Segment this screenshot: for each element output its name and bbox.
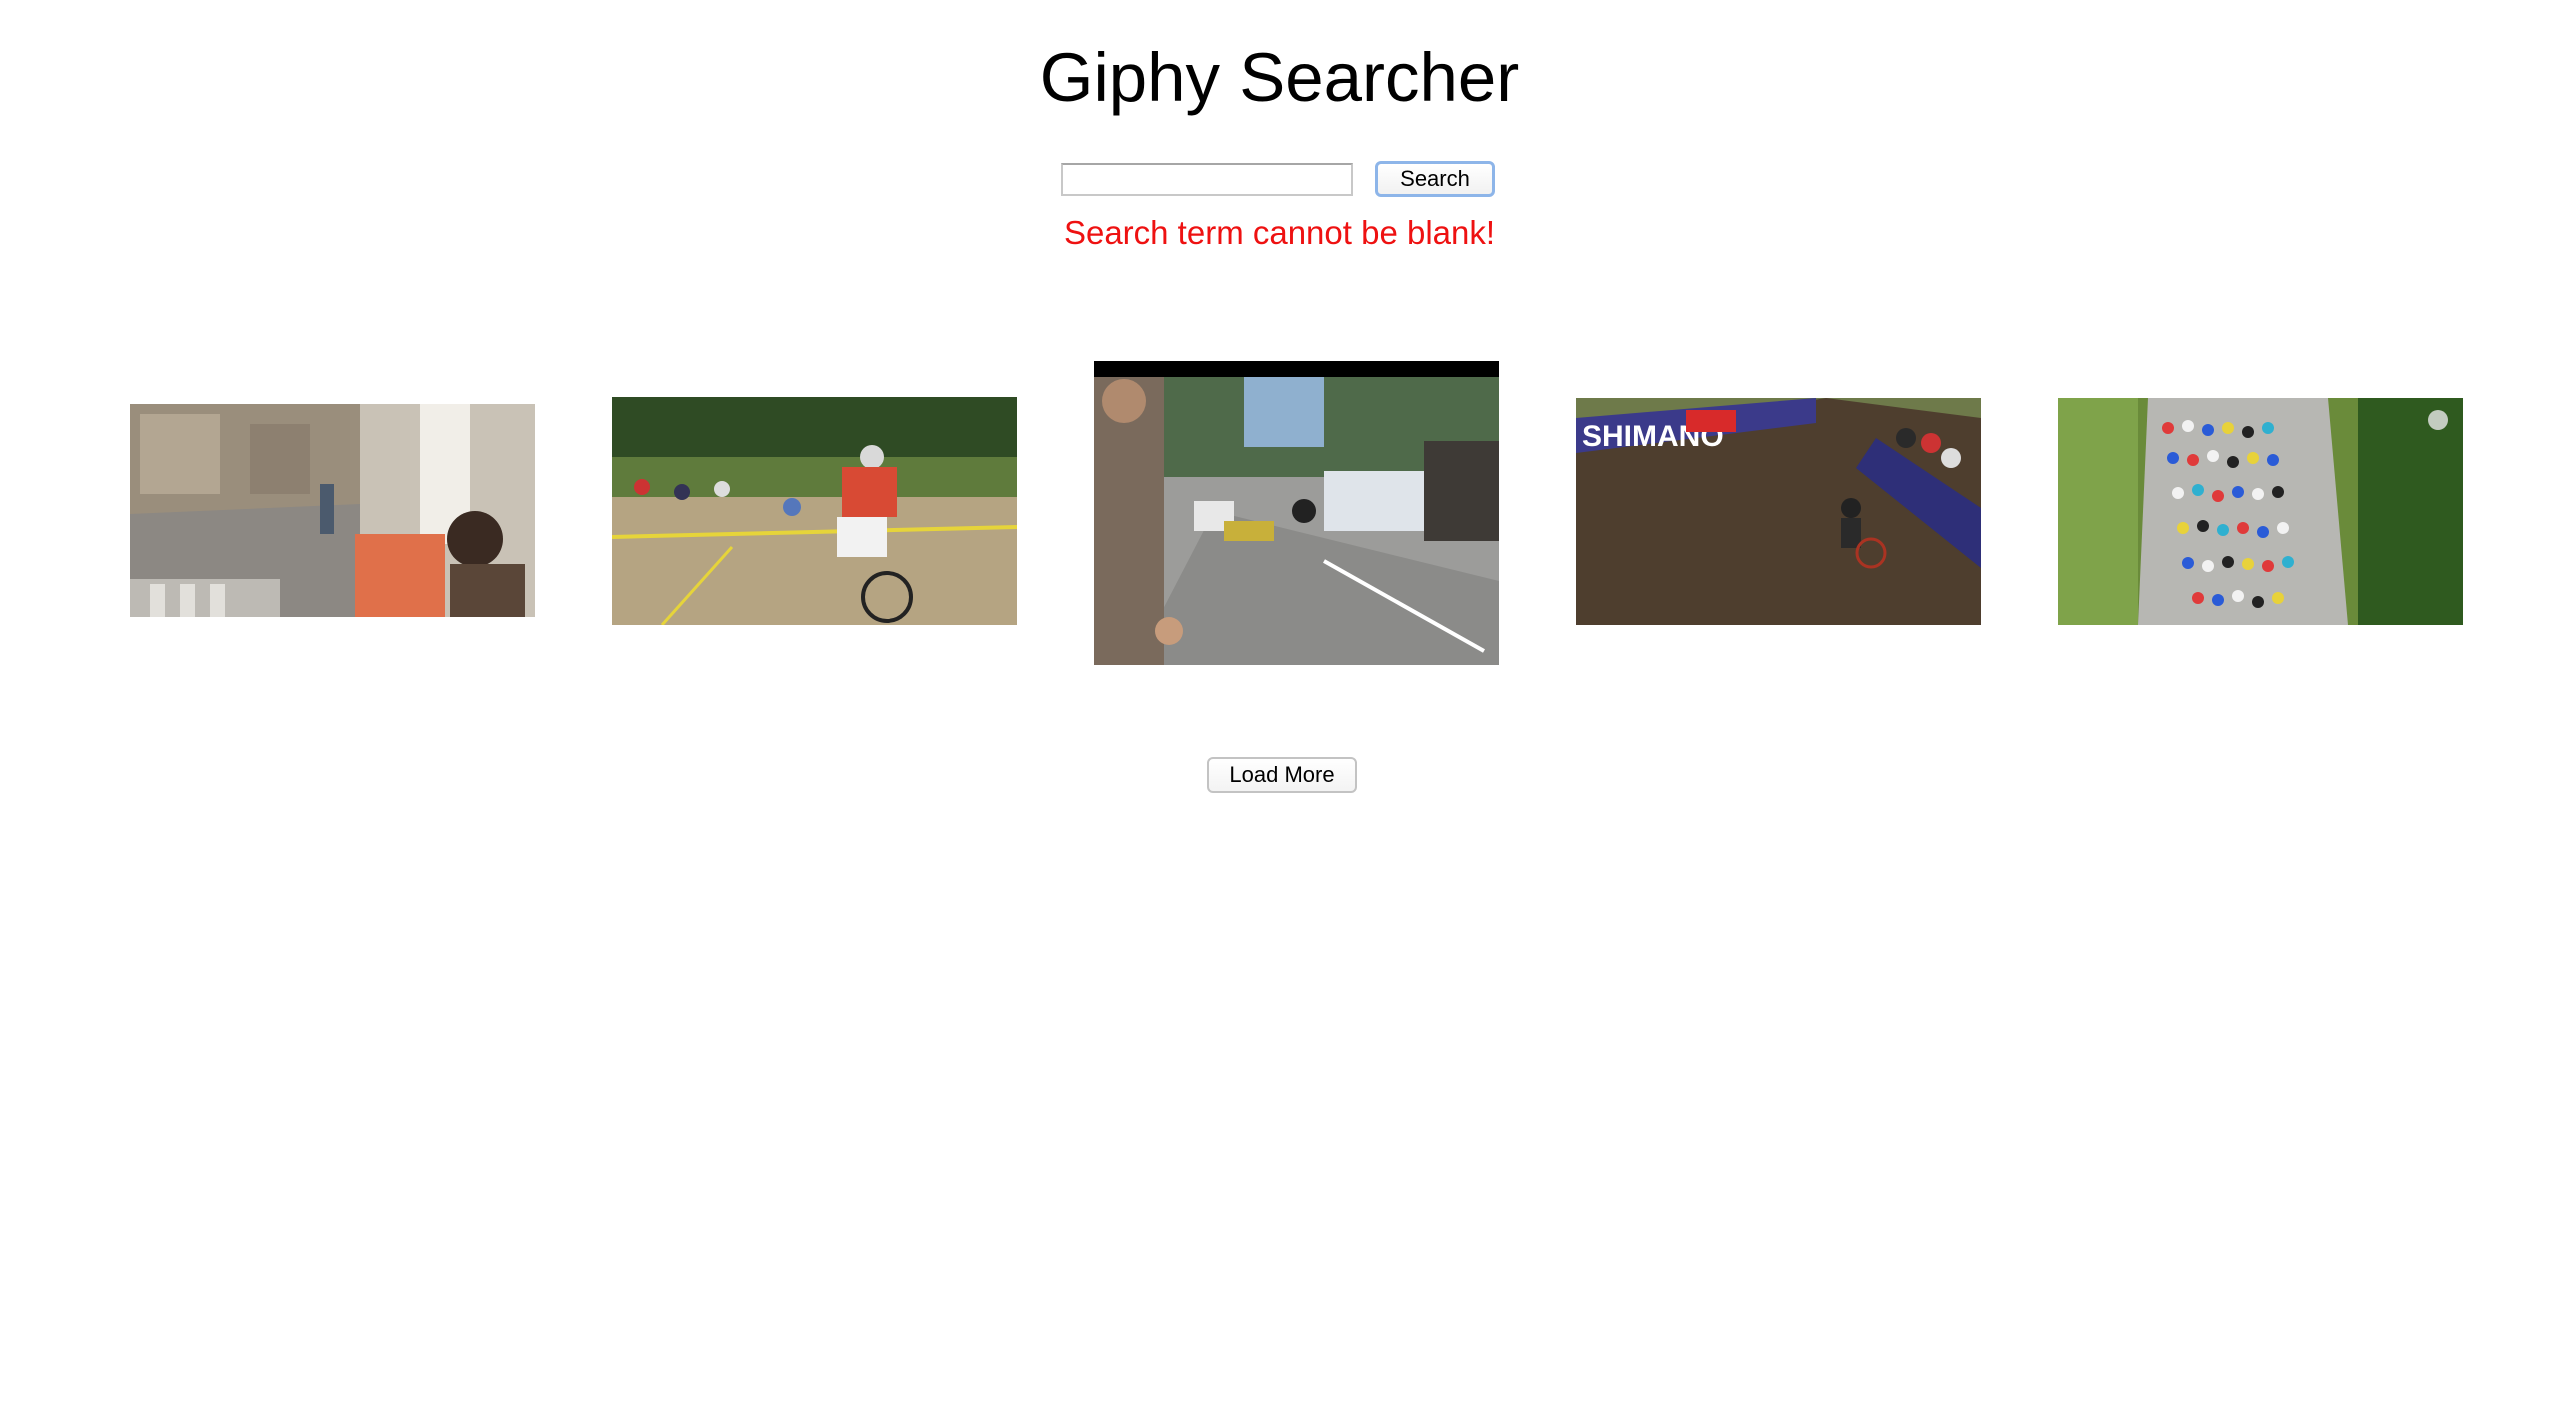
search-bar: Search (1061, 158, 1495, 200)
gif-result-2[interactable] (612, 397, 1017, 625)
search-button[interactable]: Search (1375, 161, 1495, 197)
error-message: Search term cannot be blank! (1063, 214, 1496, 251)
gif-result-3[interactable] (1094, 361, 1499, 665)
load-more-button[interactable]: Load More (1207, 757, 1357, 793)
gif-image-road-pileup (1094, 361, 1499, 665)
search-input[interactable] (1061, 162, 1353, 196)
gif-result-4[interactable]: SHIMANO (1576, 398, 1981, 625)
page-title: Giphy Searcher (1039, 39, 1520, 116)
gif-image-muddy-slope: SHIMANO (1576, 398, 1981, 625)
gif-image-street-crash (130, 404, 535, 617)
gif-result-1[interactable] (130, 404, 535, 617)
gif-image-cyclocross-sand (612, 397, 1017, 625)
page: Giphy Searcher Search Search term cannot… (0, 0, 2559, 1404)
gif-image-aerial-peloton (2058, 398, 2463, 625)
gif-result-5[interactable] (2058, 398, 2463, 625)
